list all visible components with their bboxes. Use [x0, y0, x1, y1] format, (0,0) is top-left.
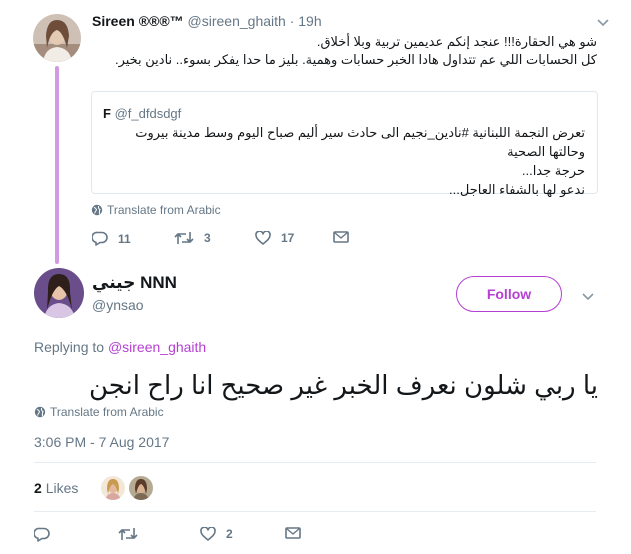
likes-stat[interactable]: 2 Likes	[34, 480, 78, 496]
quoted-author: F	[103, 106, 111, 121]
parent-avatar[interactable]	[33, 14, 81, 62]
parent-translate-link[interactable]: Translate from Arabic	[91, 203, 221, 217]
heart-icon	[200, 527, 216, 541]
envelope-icon	[333, 231, 349, 243]
retweet-icon	[174, 232, 194, 244]
main-display-name[interactable]: جيني NNN	[92, 273, 177, 293]
retweet-count: 3	[204, 231, 211, 245]
quoted-tweet[interactable]: F @f_dfdsdgf تعرض النجمة اللبنانية #نادي…	[91, 91, 598, 197]
quoted-text-line: ندعو لها بالشفاء العاجل...	[449, 182, 585, 197]
reply-icon	[92, 231, 108, 246]
follow-button[interactable]: Follow	[456, 276, 562, 312]
reply-button[interactable]: 11	[92, 231, 131, 246]
replying-prefix: Replying to	[34, 339, 105, 355]
like-count: 17	[281, 231, 295, 245]
main-avatar[interactable]	[34, 268, 84, 318]
parent-text-line: شو هي الحقارة!!! عنجد إنكم عديمين تربية …	[316, 34, 597, 49]
main-handle[interactable]: @ynsao	[92, 297, 144, 313]
likes-label: Likes	[45, 480, 79, 496]
like-button[interactable]: 2	[200, 527, 233, 541]
reply-count: 11	[118, 231, 131, 246]
divider	[34, 462, 596, 463]
replying-to-link[interactable]: @sireen_ghaith	[108, 339, 206, 355]
parent-text-line: كل الحسابات اللي عم تتداول هادا الخبر حس…	[114, 52, 597, 67]
retweet-button[interactable]: 3	[174, 231, 211, 245]
globe-icon	[34, 406, 46, 418]
quoted-text-line: تعرض النجمة اللبنانية #نادين_نجيم الى حا…	[135, 125, 585, 159]
liker-avatar[interactable]	[101, 476, 125, 500]
parent-action-bar: 11 3 17	[92, 231, 392, 251]
liker-avatar[interactable]	[129, 476, 153, 500]
translate-label: Translate from Arabic	[107, 203, 221, 217]
divider	[34, 511, 596, 512]
likes-count: 2	[34, 480, 42, 496]
quoted-header: F @f_dfdsdgf	[103, 106, 181, 121]
globe-icon	[91, 204, 103, 216]
retweet-button[interactable]	[118, 527, 138, 541]
parent-tweet-text: شو هي الحقارة!!! عنجد إنكم عديمين تربية …	[92, 33, 597, 69]
thread-connector-line	[55, 66, 59, 264]
quoted-text: تعرض النجمة اللبنانية #نادين_نجيم الى حا…	[102, 123, 585, 199]
heart-icon	[255, 231, 271, 245]
translate-label: Translate from Arabic	[50, 405, 164, 419]
direct-message-button[interactable]	[333, 231, 349, 243]
quoted-text-line: حرجة جدا...	[521, 163, 585, 178]
chevron-down-icon[interactable]	[582, 290, 594, 304]
quoted-handle: @f_dfdsdgf	[114, 106, 182, 121]
reply-button[interactable]	[34, 527, 50, 542]
chevron-down-icon[interactable]	[597, 16, 609, 30]
parent-header: Sireen ®®®™ @sireen_ghaith · 19h	[92, 13, 322, 29]
header-separator: ·	[289, 13, 295, 29]
parent-display-name[interactable]: Sireen ®®®™	[92, 13, 184, 29]
replying-to: Replying to @sireen_ghaith	[34, 339, 206, 355]
like-button[interactable]: 17	[255, 231, 294, 245]
main-tweet-text: يا ربي شلون نعرف الخبر غير صحيح انا راح …	[88, 370, 598, 400]
tweet-timestamp[interactable]: 3:06 PM - 7 Aug 2017	[34, 434, 169, 450]
main-translate-link[interactable]: Translate from Arabic	[34, 405, 164, 419]
parent-handle[interactable]: @sireen_ghaith	[188, 13, 286, 29]
retweet-icon	[118, 528, 138, 540]
reply-icon	[34, 527, 50, 542]
main-action-bar: 2	[34, 527, 374, 547]
like-count: 2	[226, 527, 233, 541]
direct-message-button[interactable]	[285, 527, 301, 539]
envelope-icon	[285, 527, 301, 539]
parent-time[interactable]: 19h	[298, 13, 321, 29]
